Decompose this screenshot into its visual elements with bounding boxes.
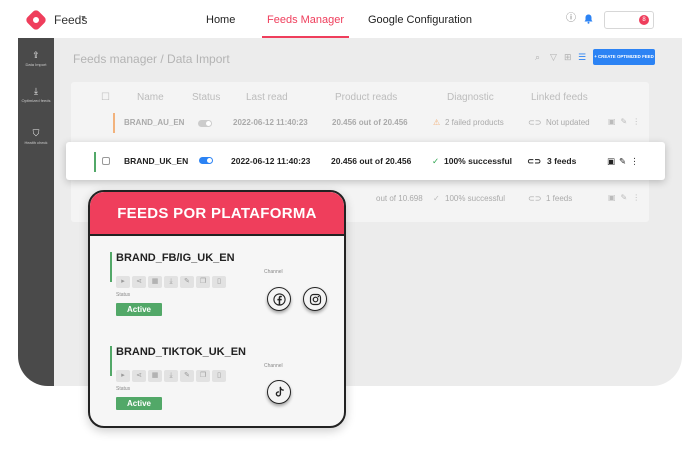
platform-feed-name: BRAND_FB/IG_UK_EN xyxy=(116,252,235,264)
linked-feeds: 3 feeds xyxy=(547,156,577,166)
channel-label: Channel xyxy=(264,363,283,369)
row-status-bar xyxy=(94,152,96,172)
product-reads: 20.456 out of 20.456 xyxy=(331,156,412,166)
row-actions[interactable]: ▣✎⋮ xyxy=(608,117,645,126)
link-icon: ⊂⊃ xyxy=(528,118,542,127)
status-toggle[interactable] xyxy=(198,120,212,127)
trash-icon[interactable]: ▯ xyxy=(212,370,226,382)
sidebar: ⇪ Data Import ⤓ Optimized feeds ⛉ Health… xyxy=(18,38,54,386)
edit-icon[interactable]: ✎ xyxy=(180,276,194,288)
diagnostic: 100% successful xyxy=(444,156,513,166)
play-icon[interactable]: ▸ xyxy=(116,276,130,288)
feed-status-bar xyxy=(110,252,112,282)
linked-feeds: 1 feeds xyxy=(546,194,573,203)
status-toggle[interactable] xyxy=(199,157,213,164)
calendar-icon[interactable]: ▦ xyxy=(148,276,162,288)
create-optimized-feed-button[interactable]: + CREATE OPTIMIZED FEED xyxy=(593,49,655,65)
column-header-name[interactable]: Name xyxy=(137,92,164,103)
last-read: 2022-06-12 11:40:23 xyxy=(231,156,311,166)
facebook-icon[interactable] xyxy=(267,287,291,311)
sidebar-item-optimized-feeds[interactable]: ⤓ Optimized feeds xyxy=(18,86,54,103)
nav-google-configuration[interactable]: Google Configuration xyxy=(368,0,472,38)
shield-icon: ⛉ xyxy=(32,128,40,138)
last-read: 2022-06-12 11:40:23 xyxy=(233,118,308,127)
download-icon: ⤓ xyxy=(34,86,38,96)
feed-status-bar xyxy=(110,346,112,376)
status-label: Status xyxy=(116,292,131,298)
row-status-bar xyxy=(113,113,115,133)
sidebar-item-health-check[interactable]: ⛉ Health check xyxy=(18,128,54,145)
status-label: Status xyxy=(116,386,131,392)
grid-view-icon[interactable]: ⊞ xyxy=(564,52,572,63)
bell-icon[interactable] xyxy=(584,14,593,27)
column-header-product-reads[interactable]: Product reads xyxy=(335,92,397,103)
upload-icon: ⇪ xyxy=(32,50,40,60)
channel-label: Channel xyxy=(264,269,283,275)
app-logo[interactable] xyxy=(24,8,48,32)
search-icon[interactable]: ⌕ xyxy=(535,52,540,63)
play-icon[interactable]: ▸ xyxy=(116,370,130,382)
sidebar-item-label: Health check xyxy=(24,140,48,145)
download-icon[interactable]: ⤓ xyxy=(164,276,178,288)
link-icon: ⊂⊃ xyxy=(528,194,542,203)
top-bar: Feeds ▼ Home Feeds Manager Google Config… xyxy=(0,0,700,40)
column-header-status[interactable]: Status xyxy=(192,92,220,103)
copy-icon[interactable]: ❐ xyxy=(196,370,210,382)
product-reads: 20.456 out of 20.456 xyxy=(332,118,408,127)
check-icon: ✓ xyxy=(433,194,440,203)
sidebar-item-label: Data Import xyxy=(25,62,47,67)
sidebar-item-label: Optimized feeds xyxy=(21,98,51,103)
copy-icon[interactable]: ❐ xyxy=(196,276,210,288)
instagram-icon[interactable] xyxy=(303,287,327,311)
status-badge: Active xyxy=(116,303,162,316)
tiktok-icon[interactable] xyxy=(267,380,291,404)
table-row[interactable]: BRAND_AU_EN 2022-06-12 11:40:23 20.456 o… xyxy=(71,108,649,138)
calendar-icon[interactable]: ▦ xyxy=(148,370,162,382)
trash-icon[interactable]: ▯ xyxy=(212,276,226,288)
row-checkbox[interactable] xyxy=(102,157,110,165)
column-header-last-read[interactable]: Last read xyxy=(246,92,288,103)
sidebar-item-data-import[interactable]: ⇪ Data Import xyxy=(18,50,54,67)
select-all-checkbox[interactable]: ☐ xyxy=(101,92,110,103)
row-actions[interactable]: ▣✎⋮ xyxy=(608,193,645,202)
chevron-down-icon[interactable]: ▼ xyxy=(80,15,87,22)
feed-name: BRAND_AU_EN xyxy=(124,118,185,127)
platform-feed-name: BRAND_TIKTOK_UK_EN xyxy=(116,346,246,358)
feed-actions: ▸ ⋖ ▦ ⤓ ✎ ❐ ▯ xyxy=(116,270,228,288)
list-view-icon[interactable]: ☰ xyxy=(578,52,586,63)
feeds-by-platform-card: FEEDS POR PLATAFORMA BRAND_FB/IG_UK_EN ▸… xyxy=(88,190,346,428)
check-icon: ✓ xyxy=(432,156,440,166)
status-badge: Active xyxy=(116,397,162,410)
edit-icon[interactable]: ✎ xyxy=(180,370,194,382)
download-icon[interactable]: ⤓ xyxy=(164,370,178,382)
table-row-highlighted[interactable]: BRAND_UK_EN 2022-06-12 11:40:23 20.456 o… xyxy=(66,142,665,180)
nav-home[interactable]: Home xyxy=(206,0,235,38)
user-menu[interactable]: 8 xyxy=(604,11,654,29)
diagnostic: 2 failed products xyxy=(445,118,504,127)
notification-badge: 8 xyxy=(639,15,649,25)
row-actions[interactable]: ▣✎⋮ xyxy=(607,156,643,167)
share-icon[interactable]: ⋖ xyxy=(132,370,146,382)
diagnostic: 100% successful xyxy=(445,194,506,203)
info-icon[interactable]: ⓘ xyxy=(566,14,576,24)
column-header-linked-feeds[interactable]: Linked feeds xyxy=(531,92,588,103)
linked-feeds: Not updated xyxy=(546,118,590,127)
warning-icon: ⚠ xyxy=(433,118,441,127)
feed-actions: ▸ ⋖ ▦ ⤓ ✎ ❐ ▯ xyxy=(116,364,228,382)
filter-icon[interactable]: ▽ xyxy=(550,52,557,63)
share-icon[interactable]: ⋖ xyxy=(132,276,146,288)
page-title: Feeds manager / Data Import xyxy=(73,52,230,66)
card-title: FEEDS POR PLATAFORMA xyxy=(90,192,344,236)
column-header-diagnostic[interactable]: Diagnostic xyxy=(447,92,494,103)
link-icon: ⊂⊃ xyxy=(527,156,542,166)
nav-feeds-manager[interactable]: Feeds Manager xyxy=(262,0,350,38)
product-reads: out of 10.698 xyxy=(376,194,423,203)
feed-name: BRAND_UK_EN xyxy=(124,156,189,166)
